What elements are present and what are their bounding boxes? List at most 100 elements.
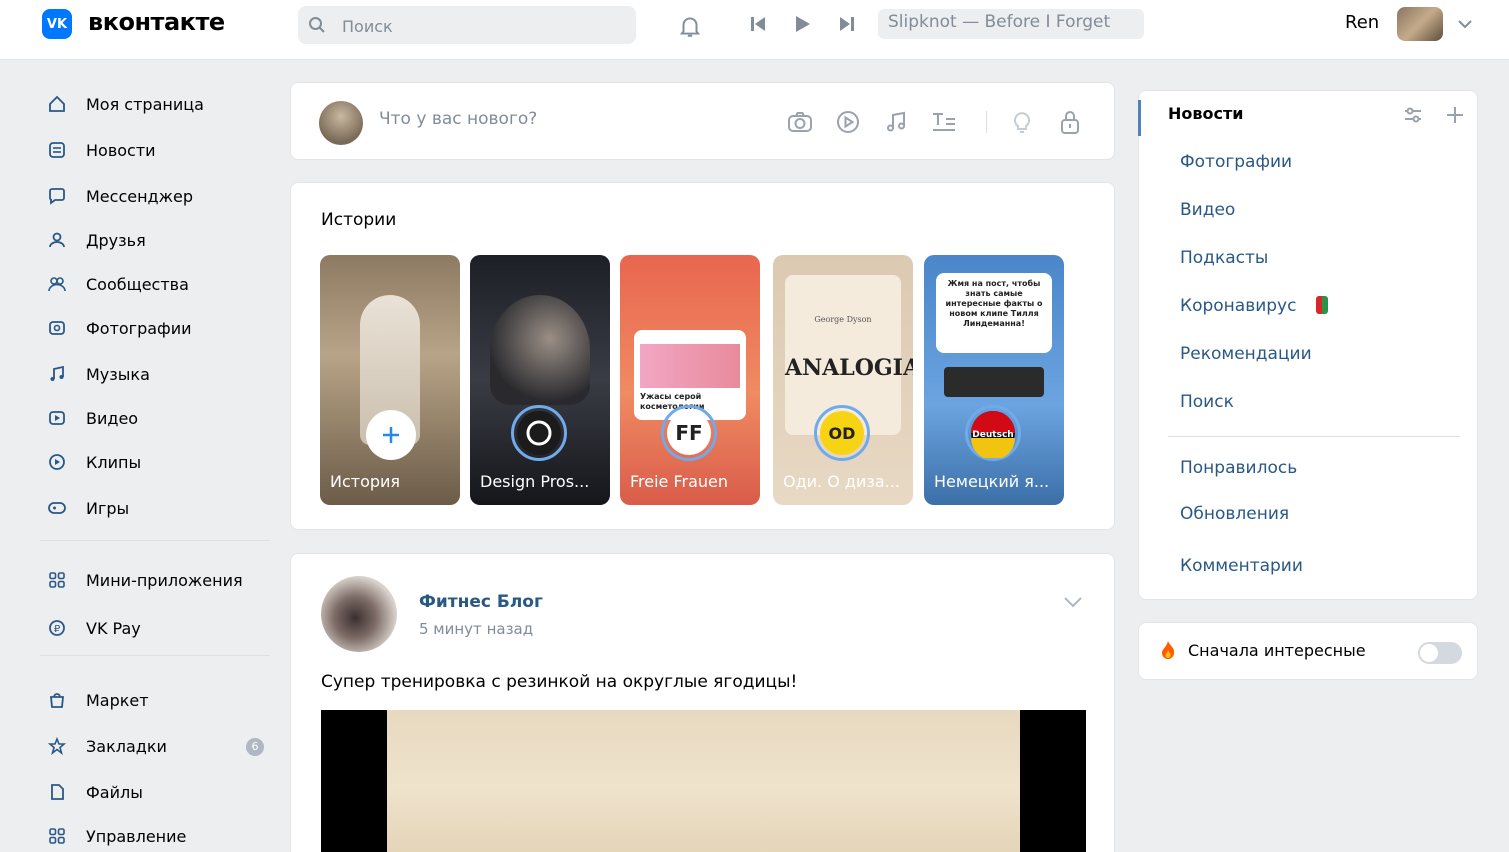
previous-track-button[interactable] — [738, 6, 778, 42]
logo-text[interactable]: вконтакте — [88, 8, 225, 36]
bookmark-icon — [46, 735, 68, 757]
coronavirus-icon — [1316, 296, 1328, 314]
profile-menu-button[interactable] — [1447, 7, 1483, 41]
story-logo-text: Deutsch — [972, 430, 1013, 440]
user-name[interactable]: Ren — [1345, 12, 1379, 33]
add-photo-button[interactable] — [781, 103, 819, 141]
post-options-button[interactable] — [1061, 592, 1085, 612]
filter-settings-button[interactable] — [1402, 104, 1426, 128]
sliders-icon — [1405, 107, 1421, 123]
notifications-button[interactable] — [662, 6, 718, 46]
story-preview-image — [490, 295, 590, 405]
story-logo-text: OD — [829, 424, 856, 443]
sidebar-item-friends[interactable]: Друзья — [40, 226, 270, 254]
next-track-button[interactable] — [822, 6, 872, 42]
sidebar-item-games[interactable]: Игры — [40, 494, 270, 522]
story-preview-text: Жмя на пост, чтобы знать самые интересны… — [936, 273, 1052, 353]
add-story-button[interactable] — [366, 410, 416, 460]
search-icon — [309, 17, 325, 33]
sort-label: Сначала интересные — [1188, 641, 1366, 660]
files-icon — [46, 781, 68, 803]
story-card-german[interactable]: Жмя на пост, чтобы знать самые интересны… — [924, 255, 1064, 505]
sidebar-item-label: Клипы — [86, 452, 142, 472]
add-music-button[interactable] — [877, 103, 915, 141]
sidebar-item-bookmarks[interactable]: Закладки 6 — [40, 732, 270, 760]
story-author-avatar: OD — [814, 405, 870, 461]
video-icon — [837, 111, 859, 133]
menu-item-comments[interactable]: Комментарии — [1180, 556, 1303, 576]
post-video[interactable] — [321, 710, 1086, 852]
story-author-avatar: Deutsch — [965, 405, 1021, 461]
menu-item-recommendations[interactable]: Рекомендации — [1180, 344, 1312, 364]
toolbar-divider — [986, 111, 987, 133]
sidebar-item-label: Видео — [86, 408, 139, 428]
sidebar-divider — [40, 540, 270, 541]
sidebar-item-market[interactable]: Маркет — [40, 686, 270, 714]
add-article-button[interactable] — [925, 103, 963, 141]
menu-item-news[interactable]: Новости — [1168, 104, 1243, 123]
post-composer: Что у вас нового? — [290, 82, 1115, 160]
music-icon — [46, 363, 68, 385]
sidebar-item-music[interactable]: Музыка — [40, 360, 270, 388]
svg-text:₽: ₽ — [54, 624, 61, 635]
story-book-author: George Dyson — [814, 315, 872, 324]
active-indicator — [1138, 100, 1141, 136]
sidebar-item-label: Закладки — [86, 736, 167, 756]
story-card-freie-frauen[interactable]: Ужасы серой косметологии FF Freie Frauen — [620, 255, 760, 505]
video-frame — [387, 710, 1020, 852]
stories-title: Истории — [321, 210, 397, 230]
menu-item-liked[interactable]: Понравилось — [1180, 458, 1297, 478]
post-author-avatar[interactable] — [321, 576, 397, 652]
story-card-odi-design[interactable]: George Dyson ANALOGIA OD Оди. О диза... — [773, 255, 913, 505]
article-icon — [933, 113, 955, 131]
sidebar-item-clips[interactable]: Клипы — [40, 448, 270, 476]
sidebar-item-manage[interactable]: Управление — [40, 822, 270, 850]
bell-icon — [679, 17, 701, 37]
sidebar-item-video[interactable]: Видео — [40, 404, 270, 432]
chevron-down-icon — [1064, 597, 1082, 608]
search-input[interactable]: Поиск — [298, 6, 636, 44]
user-avatar[interactable] — [1397, 7, 1443, 41]
menu-item-updates[interactable]: Обновления — [1180, 504, 1289, 524]
vk-logo-icon[interactable]: VK — [42, 9, 72, 39]
play-button[interactable] — [784, 6, 820, 42]
story-card-design-pros[interactable]: Design Pros... — [470, 255, 610, 505]
sidebar-item-vk-pay[interactable]: ₽ VK Pay — [40, 614, 270, 642]
story-book-title: ANALOGIA — [785, 355, 913, 381]
sidebar-item-mini-apps[interactable]: Мини-приложения — [40, 566, 270, 594]
story-caption: Design Pros... — [480, 472, 590, 491]
now-playing-track[interactable]: Slipknot — Before I Forget — [878, 9, 1144, 39]
menu-item-search[interactable]: Поиск — [1180, 392, 1234, 412]
skip-forward-icon — [840, 17, 854, 31]
sidebar-item-groups[interactable]: Сообщества — [40, 270, 270, 298]
add-video-button[interactable] — [829, 103, 867, 141]
story-card-own[interactable]: История — [320, 255, 460, 505]
lightbulb-icon — [1014, 112, 1030, 133]
top-header: VK вконтакте Поиск Slipknot — Before I F… — [0, 0, 1509, 60]
post-timestamp[interactable]: 5 минут назад — [419, 620, 533, 638]
music-icon — [887, 111, 905, 132]
sidebar-item-label: Файлы — [86, 782, 143, 802]
post-ideas-button[interactable] — [1003, 103, 1041, 141]
sidebar-item-label: Мессенджер — [86, 186, 194, 206]
photo-icon — [46, 317, 68, 339]
games-icon — [46, 497, 68, 519]
add-filter-button[interactable] — [1444, 104, 1468, 128]
sidebar-item-files[interactable]: Файлы — [40, 778, 270, 806]
sidebar-item-news[interactable]: Новости — [40, 136, 270, 164]
menu-item-video[interactable]: Видео — [1180, 200, 1235, 220]
sidebar-item-label: Управление — [86, 826, 187, 846]
interesting-first-toggle[interactable] — [1418, 642, 1462, 664]
story-author-avatar: FF — [661, 405, 717, 461]
menu-item-podcasts[interactable]: Подкасты — [1180, 248, 1268, 268]
post-author-name[interactable]: Фитнес Блог — [419, 592, 543, 612]
sidebar-item-my-page[interactable]: Моя страница — [40, 90, 270, 118]
menu-item-coronavirus[interactable]: Коронавирус — [1180, 296, 1296, 316]
sidebar-item-messenger[interactable]: Мессенджер — [40, 182, 270, 210]
friends-icon — [46, 229, 68, 251]
privacy-button[interactable] — [1051, 103, 1089, 141]
sidebar-item-photos[interactable]: Фотографии — [40, 314, 270, 342]
story-caption: Оди. О диза... — [783, 472, 900, 491]
menu-item-photos[interactable]: Фотографии — [1180, 152, 1292, 172]
composer-input[interactable]: Что у вас нового? — [379, 109, 537, 129]
